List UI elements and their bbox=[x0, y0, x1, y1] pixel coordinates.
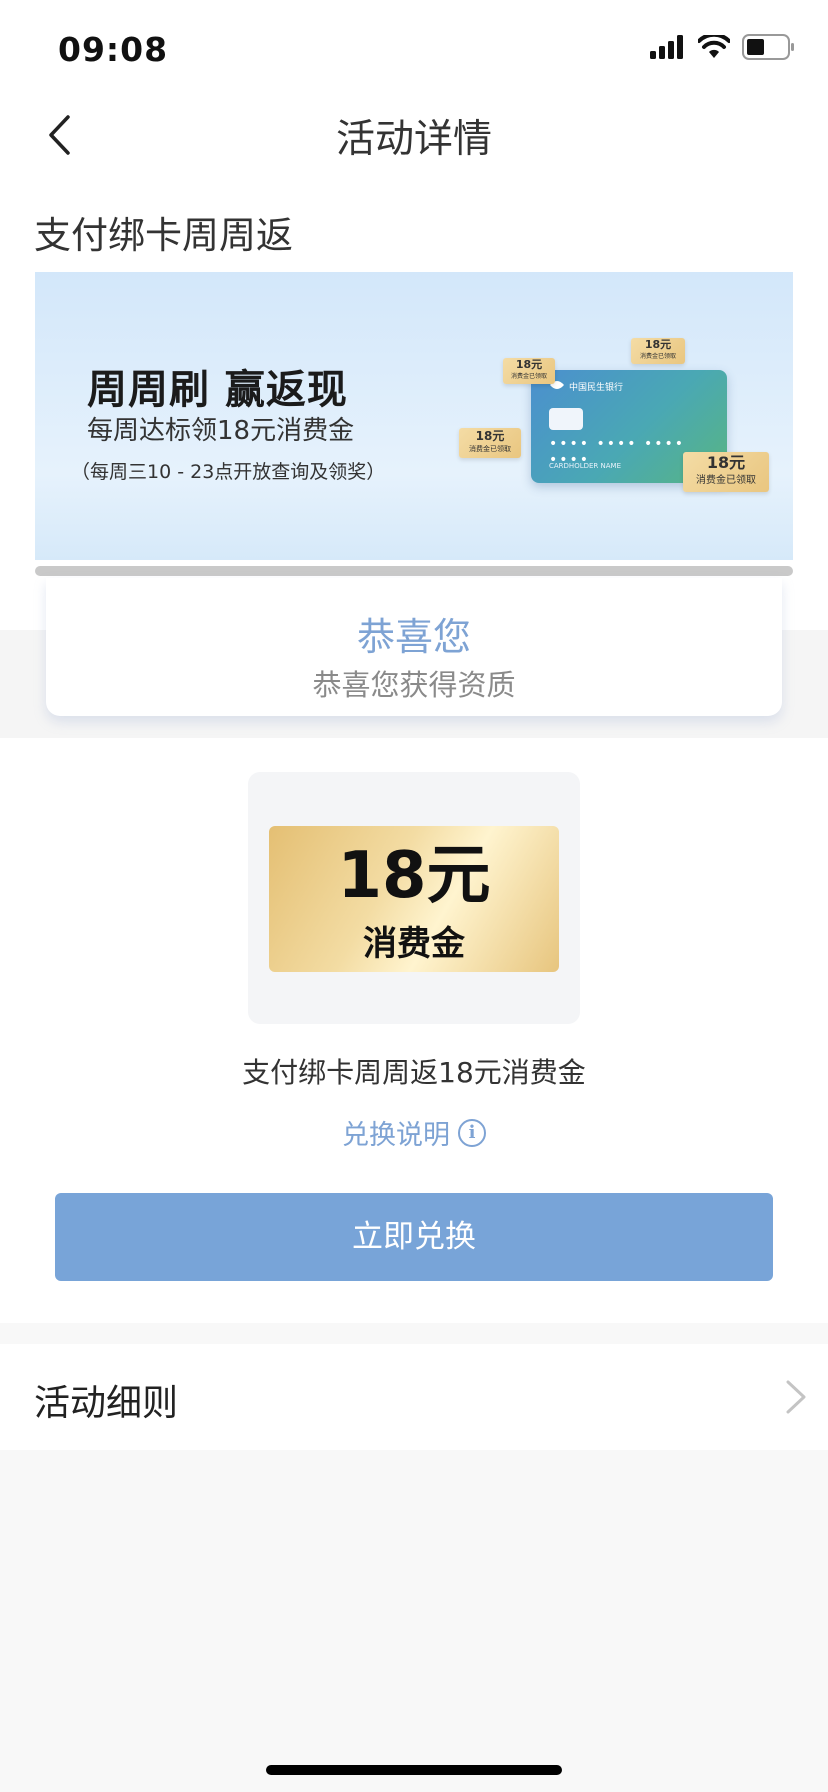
activity-rules-row[interactable]: 活动细则 bbox=[0, 1344, 828, 1450]
exchange-info-link[interactable]: 兑换说明 i bbox=[0, 1113, 828, 1152]
chevron-right-icon bbox=[786, 1380, 806, 1414]
status-bar: 09:08 bbox=[0, 0, 828, 100]
coupon-amount: 18元 bbox=[337, 839, 491, 913]
congrats-title: 恭喜您 bbox=[356, 615, 471, 659]
reward-tag: 18元 消费金已领取 bbox=[683, 452, 769, 492]
coupon-image: 18元 消费金 bbox=[269, 826, 559, 972]
bank-name: 中国民生银行 bbox=[569, 383, 624, 393]
cellular-signal-icon bbox=[650, 35, 683, 59]
nav-bar: 活动详情 bbox=[0, 100, 828, 170]
banner-subhead: 每周达标领18元消费金 bbox=[87, 416, 355, 446]
page-title: 活动详情 bbox=[335, 117, 492, 162]
redeem-button[interactable]: 立即兑换 bbox=[55, 1193, 773, 1281]
status-icons bbox=[650, 34, 796, 60]
promo-banner[interactable]: 周周刷 赢返现 每周达标领18元消费金 （每周三10 - 23点开放查询及领奖）… bbox=[35, 272, 793, 560]
reward-tag: 18元 消费金已领取 bbox=[503, 358, 555, 384]
banner-scroll-track bbox=[35, 566, 793, 576]
reward-tag: 18元 消费金已领取 bbox=[631, 338, 685, 364]
coupon-container: 18元 消费金 bbox=[248, 772, 580, 1024]
info-icon: i bbox=[458, 1118, 486, 1147]
card-holder: CARDHOLDER NAME bbox=[549, 462, 621, 470]
congrats-subtitle: 恭喜您获得资质 bbox=[312, 668, 516, 702]
coupon-label: 消费金 bbox=[363, 924, 465, 964]
card-chip bbox=[549, 408, 583, 430]
coupon-name: 支付绑卡周周返18元消费金 bbox=[242, 1056, 586, 1089]
activity-title: 支付绑卡周周返 bbox=[34, 214, 293, 257]
congrats-card: 恭喜您 恭喜您获得资质 bbox=[46, 578, 782, 716]
reward-section: 18元 消费金 支付绑卡周周返18元消费金 兑换说明 i 立即兑换 bbox=[0, 738, 828, 1323]
wifi-icon bbox=[698, 35, 730, 58]
activity-rules-label: 活动细则 bbox=[34, 1383, 179, 1424]
status-time: 09:08 bbox=[58, 30, 169, 69]
reward-tag: 18元 消费金已领取 bbox=[459, 428, 521, 458]
battery-icon bbox=[742, 34, 794, 60]
exchange-info-label: 兑换说明 bbox=[342, 1120, 450, 1151]
banner-headline: 周周刷 赢返现 bbox=[87, 367, 348, 413]
home-indicator[interactable] bbox=[266, 1765, 562, 1775]
banner-note: （每周三10 - 23点开放查询及领奖） bbox=[71, 461, 386, 483]
